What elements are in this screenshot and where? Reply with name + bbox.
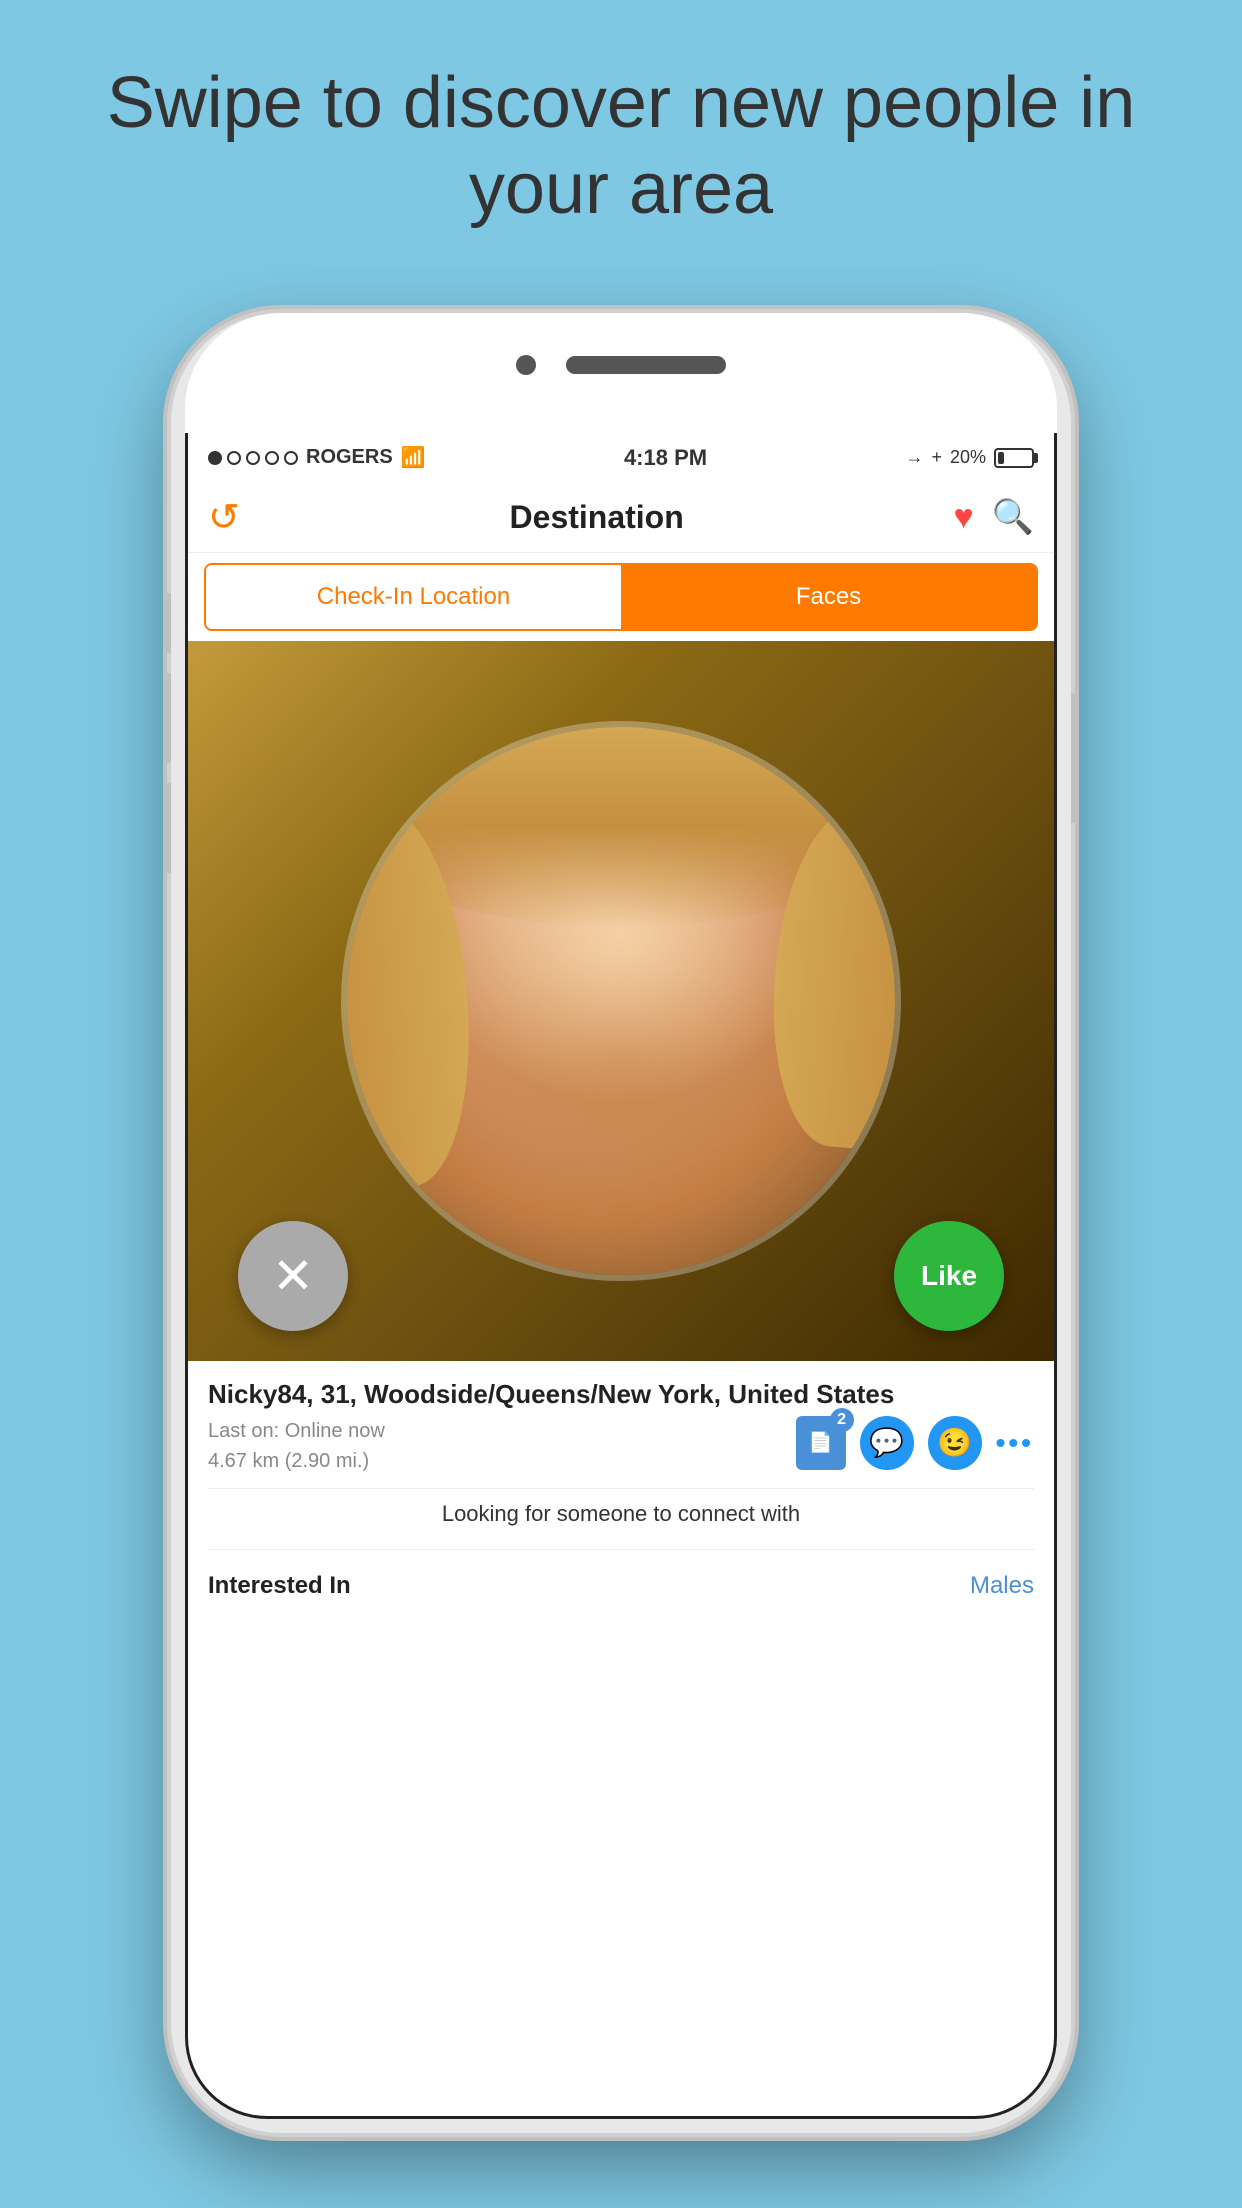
clock: 4:18 PM [624,445,707,471]
profile-info: Nicky84, 31, Woodside/Queens/New York, U… [188,1361,1054,1620]
chat-button[interactable]: 💬 [860,1416,914,1470]
status-left: ROGERS 📶 [208,445,426,470]
signal-dot-1 [208,451,222,465]
divider-2 [208,1549,1034,1550]
carrier-name: ROGERS [306,446,393,469]
speaker-grille [566,356,726,374]
badge-number: 2 [830,1408,854,1432]
more-options-button[interactable]: ••• [996,1427,1034,1459]
phone-mockup: ROGERS 📶 4:18 PM → + 20% ↺ [171,313,1071,2133]
wifi-icon: 📶 [401,445,426,470]
tab-faces[interactable]: Faces [621,565,1036,629]
distance: 4.67 km (2.90 mi.) [208,1450,369,1472]
like-button[interactable]: Like [894,1221,1004,1331]
battery-percent: 20% [950,447,986,468]
status-bar: ROGERS 📶 4:18 PM → + 20% [188,433,1054,483]
volume-up-button [163,673,171,763]
refresh-button[interactable]: ↺ [208,495,240,540]
tab-checkin[interactable]: Check-In Location [206,565,621,629]
photo-count-badge[interactable]: 📄 2 [796,1416,846,1470]
phone-top-hardware [516,355,726,375]
page-icon-symbol: 📄 [808,1430,833,1455]
volume-mute-button [163,593,171,653]
interest-value: Males [970,1572,1034,1600]
discard-button[interactable]: ✕ [238,1221,348,1331]
status-right: → + 20% [905,447,1034,468]
power-button [1071,693,1079,823]
signal-dot-4 [265,451,279,465]
app-title: Destination [240,499,954,536]
volume-down-button [163,783,171,873]
interest-label: Interested In [208,1572,351,1600]
phone-shell: ROGERS 📶 4:18 PM → + 20% ↺ [171,313,1071,2133]
bluetooth-icon: + [931,447,942,468]
battery-box [994,448,1034,468]
navigation-bar: ↺ Destination ♥ 🔍 [188,483,1054,553]
battery-indicator [994,448,1034,468]
interest-row: Interested In Males [208,1562,1034,1610]
profile-face [347,727,895,1275]
profile-meta: Last on: Online now 4.67 km (2.90 mi.) 📄… [208,1416,1034,1476]
profile-status: Last on: Online now 4.67 km (2.90 mi.) [208,1416,385,1476]
divider [208,1488,1034,1489]
profile-avatar [341,721,901,1281]
swipe-buttons: ✕ Like [188,1221,1054,1331]
phone-screen: ROGERS 📶 4:18 PM → + 20% ↺ [185,433,1057,2119]
nav-icons: ♥ 🔍 [953,497,1034,537]
signal-dot-3 [246,451,260,465]
front-camera [516,355,536,375]
profile-actions: 📄 2 💬 😉 ••• [796,1416,1034,1470]
tab-bar: Check-In Location Faces [204,563,1038,631]
search-button[interactable]: 🔍 [992,497,1034,537]
signal-strength [208,451,298,465]
page-headline: Swipe to discover new people in your are… [0,60,1242,233]
profile-card[interactable]: ✕ Like [188,641,1054,1361]
emoji-button[interactable]: 😉 [928,1416,982,1470]
signal-dot-5 [284,451,298,465]
favorites-button[interactable]: ♥ [953,498,973,537]
signal-dot-2 [227,451,241,465]
last-seen: Last on: Online now [208,1420,385,1442]
profile-bio: Looking for someone to connect with [208,1501,1034,1537]
battery-fill [998,452,1004,464]
location-arrow-icon: → [905,447,923,468]
profile-name: Nicky84, 31, Woodside/Queens/New York, U… [208,1379,1034,1410]
